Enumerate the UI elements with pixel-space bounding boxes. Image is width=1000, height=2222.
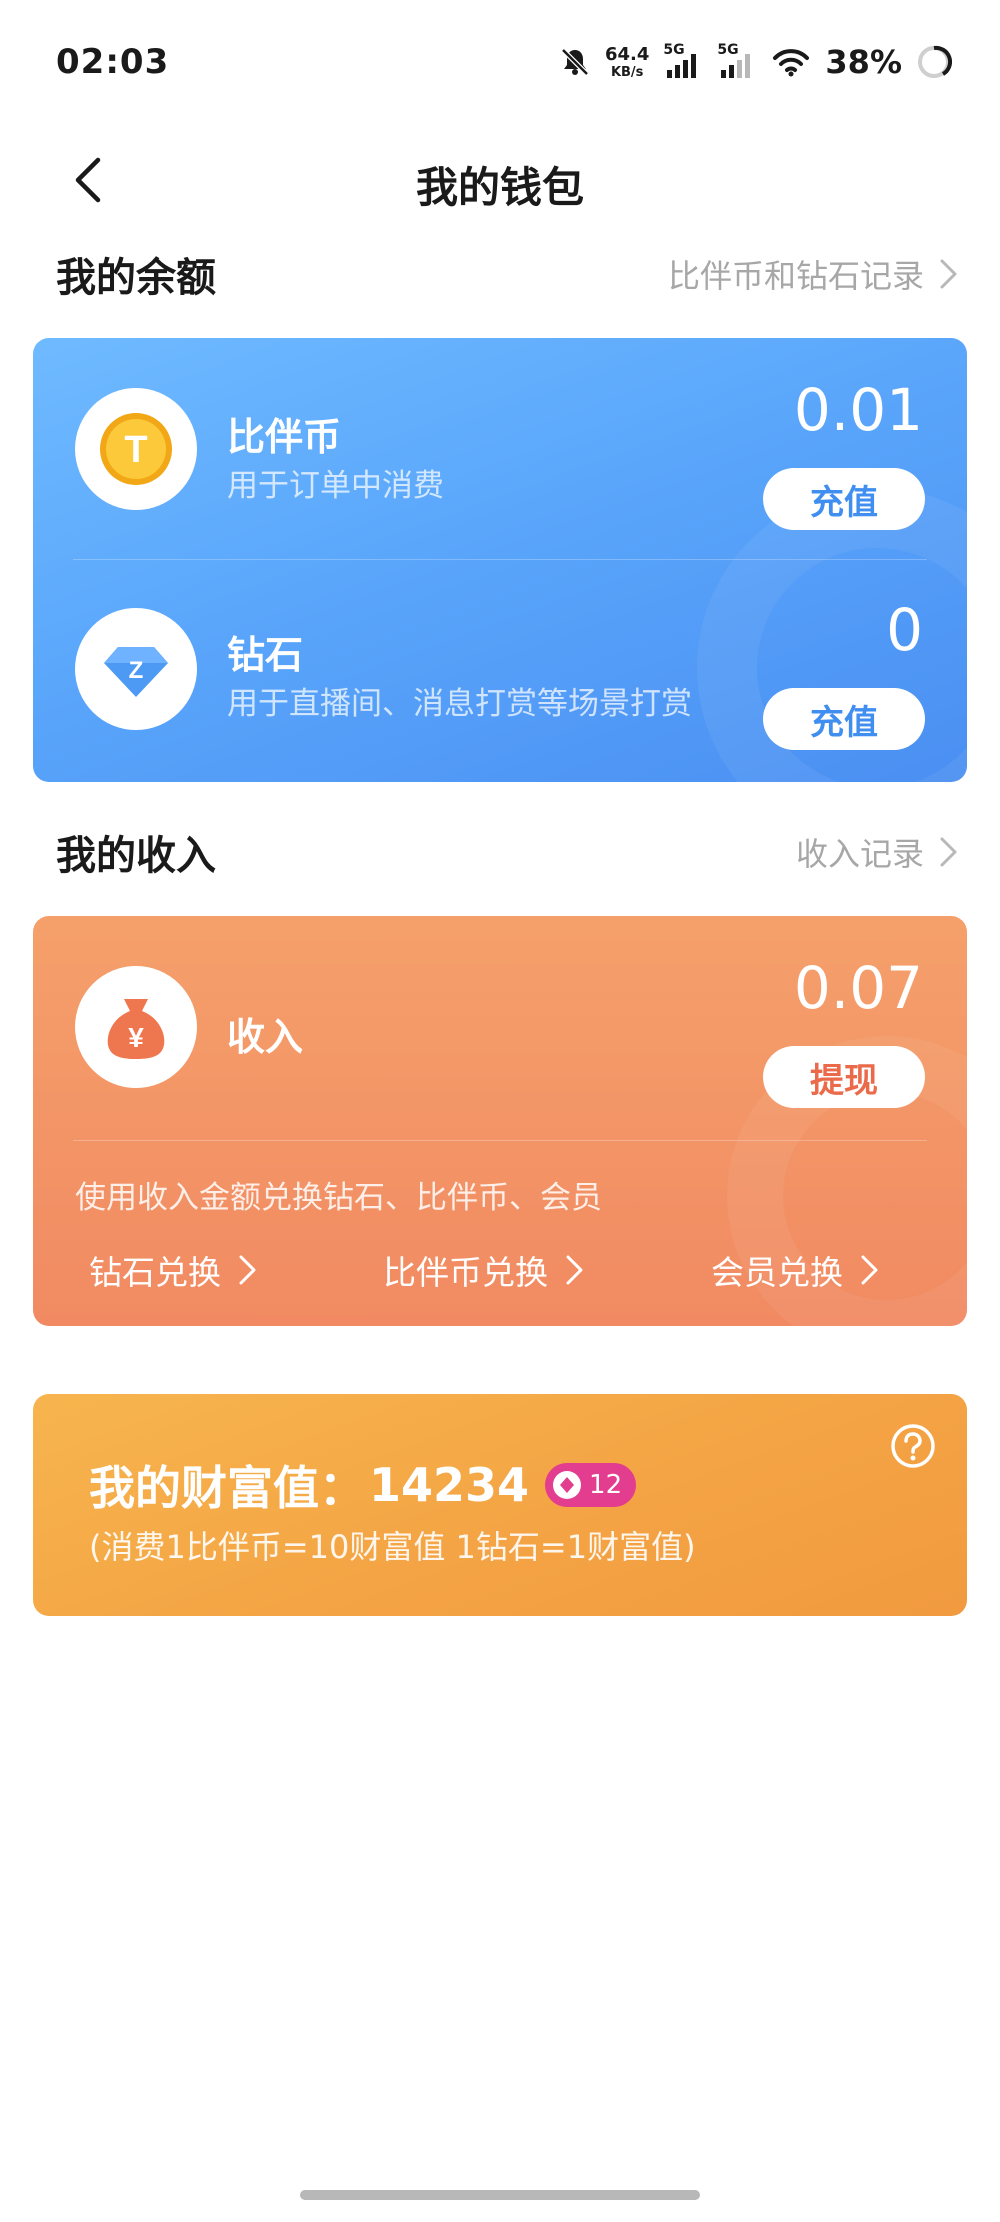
- balance-section-title: 我的余额: [56, 255, 216, 301]
- wifi-icon: [773, 49, 810, 77]
- coin-amount: 0.01: [793, 376, 923, 444]
- coin-exchange-link[interactable]: 比伴币兑换: [383, 1246, 586, 1294]
- status-time: 02:03: [56, 42, 170, 82]
- net-speed: 64.4 KB/s: [604, 43, 650, 80]
- coin-exchange-label: 比伴币兑换: [383, 1253, 548, 1292]
- wealth-level-number: 12: [589, 1470, 623, 1500]
- chevron-right-icon: [566, 1255, 583, 1285]
- wealth-card: 我的财富值： 14234 12 (消费1比伴币=10财富值 1钻石=1财富值): [33, 1394, 967, 1616]
- chevron-right-icon: [861, 1255, 878, 1285]
- diamond-exchange-link[interactable]: 钻石兑换: [89, 1246, 259, 1294]
- status-icons: 64.4 KB/s 5G 5G 38%: [559, 40, 952, 84]
- diamond-icon: Z: [104, 647, 168, 697]
- chevron-right-icon: [940, 837, 957, 867]
- diamond-amount: 0: [886, 596, 923, 664]
- income-title: 收入: [227, 1015, 304, 1059]
- signal-1-icon: 5G: [663, 42, 703, 78]
- diamond-exchange-label: 钻石兑换: [89, 1253, 221, 1292]
- coin-recharge-button[interactable]: 充值: [763, 468, 925, 530]
- net-speed-value: 64.4: [604, 43, 650, 65]
- income-section-header: 我的收入 收入记录: [56, 822, 960, 882]
- level-gem-icon: [553, 1471, 582, 1499]
- wealth-value: 14234: [369, 1458, 530, 1512]
- help-button[interactable]: [889, 1422, 937, 1470]
- diamond-icon-letter: Z: [129, 657, 144, 684]
- question-icon: [891, 1424, 935, 1468]
- money-bag-symbol: ¥: [128, 1022, 144, 1053]
- member-exchange-link[interactable]: 会员兑换: [711, 1246, 881, 1294]
- balance-section-header: 我的余额 比伴币和钻石记录: [56, 244, 960, 304]
- chevron-right-icon: [940, 259, 957, 289]
- income-divider: [73, 1140, 927, 1141]
- balance-records-label: 比伴币和钻石记录: [667, 257, 924, 295]
- home-indicator[interactable]: [300, 2190, 700, 2200]
- coin-icon-wrap: T: [75, 388, 197, 510]
- diamond-row: Z 钻石 用于直播间、消息打赏等场景打赏 0 充值: [33, 560, 967, 782]
- money-bag-icon-wrap: ¥: [75, 966, 197, 1088]
- money-bag-icon: ¥: [107, 999, 165, 1059]
- income-card: ¥ 收入 0.07 提现 使用收入金额兑换钻石、比伴币、会员 钻石兑换 比伴币兑…: [33, 916, 967, 1326]
- page-header: 我的钱包: [0, 140, 1000, 220]
- chevron-right-icon: [239, 1255, 256, 1285]
- diamond-recharge-button[interactable]: 充值: [763, 688, 925, 750]
- diamond-title: 钻石: [227, 633, 304, 677]
- net-speed-unit: KB/s: [610, 64, 644, 80]
- income-records-label: 收入记录: [795, 835, 924, 873]
- income-description: 使用收入金额兑换钻石、比伴币、会员: [75, 1180, 602, 1216]
- coin-title: 比伴币: [227, 415, 342, 459]
- member-exchange-label: 会员兑换: [711, 1253, 843, 1292]
- coin-subtitle: 用于订单中消费: [227, 468, 444, 504]
- wealth-label: 我的财富值：: [89, 1461, 365, 1515]
- income-amount: 0.07: [793, 954, 923, 1022]
- income-section-title: 我的收入: [56, 833, 216, 879]
- bell-muted-icon: [561, 48, 589, 76]
- coin-icon-letter: T: [124, 429, 147, 471]
- withdraw-button[interactable]: 提现: [763, 1046, 925, 1108]
- battery-ring-icon: [918, 45, 952, 78]
- coin-row: T 比伴币 用于订单中消费 0.01 充值: [33, 338, 967, 560]
- income-records-link[interactable]: 收入记录: [796, 829, 960, 875]
- wealth-level-badge: 12: [545, 1463, 637, 1507]
- coin-icon: T: [100, 413, 172, 485]
- diamond-subtitle: 用于直播间、消息打赏等场景打赏: [227, 686, 692, 722]
- exchange-row: 钻石兑换 比伴币兑换 会员兑换: [33, 1246, 967, 1296]
- battery-percent: 38%: [825, 43, 902, 81]
- wealth-note: (消费1比伴币=10财富值 1钻石=1财富值): [89, 1528, 696, 1566]
- balance-card: T 比伴币 用于订单中消费 0.01 充值 Z 钻石 用于直播间、消息打赏等场景…: [33, 338, 967, 782]
- balance-records-link[interactable]: 比伴币和钻石记录: [668, 251, 960, 297]
- signal-2-icon: 5G: [717, 42, 757, 78]
- page-title: 我的钱包: [415, 163, 584, 212]
- diamond-icon-wrap: Z: [75, 608, 197, 730]
- status-bar: 02:03 64.4 KB/s 5G 5G 38%: [0, 0, 1000, 130]
- wealth-line: 我的财富值： 14234 12: [89, 1452, 637, 1518]
